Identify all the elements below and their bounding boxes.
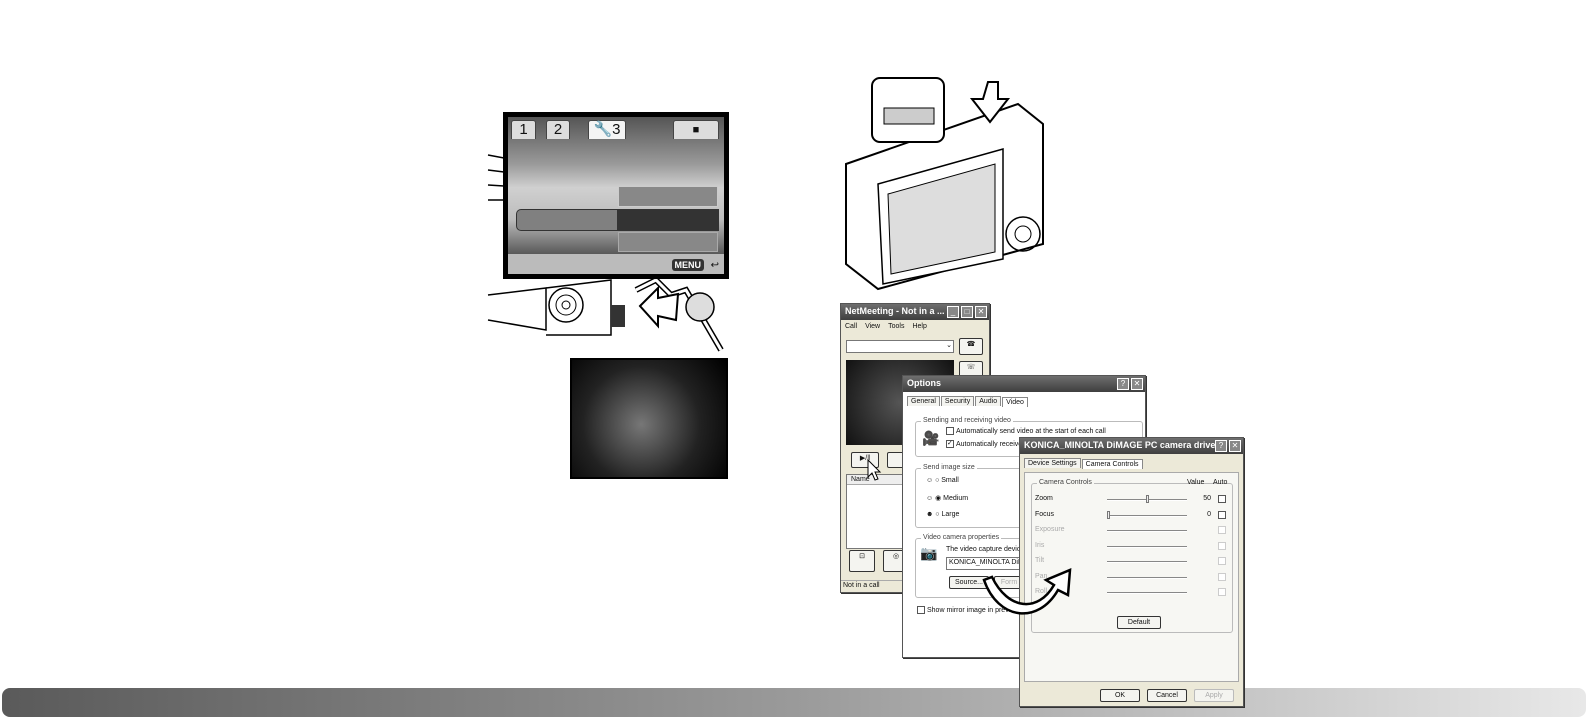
help-button[interactable]: ? — [1215, 440, 1227, 452]
place-call-button[interactable]: ☎ — [959, 338, 983, 355]
control-label: Tilt — [1035, 557, 1045, 564]
auto-checkbox — [1218, 557, 1226, 565]
control-value: 50 — [1203, 495, 1211, 502]
capture-device-label: The video capture device — [946, 546, 1025, 553]
camera-lcd-menu: 1 2 🔧3 ■ MENU ↩ — [503, 112, 729, 279]
control-value: 0 — [1207, 510, 1211, 518]
arrow-and-button-illustration — [638, 285, 715, 329]
apply-button[interactable]: Apply — [1194, 689, 1234, 702]
return-icon: ↩ — [710, 260, 719, 271]
tab-video[interactable]: Video — [1002, 397, 1028, 407]
control-slider[interactable] — [1107, 514, 1187, 517]
wrench-icon: 🔧 — [593, 121, 613, 138]
menu-button: MENU — [671, 259, 704, 271]
control-slider — [1107, 530, 1187, 532]
value-header: Value — [1187, 479, 1205, 486]
lcd-tab-1[interactable]: 1 — [511, 120, 536, 139]
menu-help[interactable]: Help — [912, 323, 926, 330]
capture-device-icon: 📷 — [920, 545, 938, 561]
menu-bar: Call View Tools Help — [841, 320, 989, 333]
driver-tabs: Device Settings Camera Controls — [1020, 454, 1243, 469]
control-label: Exposure — [1035, 526, 1065, 533]
video-camera-icon: 🎥 — [922, 430, 940, 446]
radio-medium[interactable]: ☺ ◉ Medium — [926, 494, 968, 502]
menu-view[interactable]: View — [865, 323, 880, 330]
control-label: Iris — [1035, 541, 1045, 549]
auto-header: Auto — [1213, 479, 1228, 486]
menu-tools[interactable]: Tools — [888, 323, 904, 330]
auto-checkbox — [1218, 572, 1226, 581]
address-combobox[interactable]: ⌄ — [846, 340, 954, 353]
button-icon — [685, 292, 715, 322]
close-button[interactable]: ✕ — [1229, 440, 1241, 452]
auto-checkbox — [1218, 541, 1226, 550]
tabletop-photo — [570, 358, 728, 479]
share-button[interactable]: ⊡ — [849, 550, 875, 572]
radio-large[interactable]: ☻ ○ Large — [926, 511, 959, 518]
lcd-tab-3[interactable]: 🔧3 — [588, 120, 626, 139]
driver-titlebar: KONICA_MINOLTA DiMAGE PC camera driver — [1020, 438, 1243, 454]
default-button[interactable]: Default — [1117, 616, 1161, 629]
tab-camera-controls[interactable]: Camera Controls — [1081, 459, 1143, 469]
lcd-tab-2[interactable]: 2 — [546, 120, 570, 139]
radio-small[interactable]: ☺ ○ Small — [926, 477, 959, 484]
tab-security[interactable]: Security — [940, 396, 975, 406]
auto-checkbox — [1218, 588, 1226, 596]
control-slider — [1107, 576, 1187, 579]
close-button[interactable]: ✕ — [1131, 378, 1143, 390]
close-button[interactable]: ✕ — [975, 306, 987, 318]
slider-thumb[interactable] — [1107, 510, 1110, 519]
menu-option — [618, 232, 718, 252]
slider-thumb[interactable] — [1146, 495, 1149, 503]
control-slider — [1107, 561, 1187, 563]
control-slider — [1107, 592, 1187, 594]
options-titlebar: Options — [903, 376, 1145, 392]
auto-checkbox — [1218, 526, 1226, 534]
menu-call[interactable]: Call — [845, 323, 857, 330]
footer-bar — [2, 688, 1586, 717]
tab-general[interactable]: General — [907, 396, 940, 406]
tab-audio[interactable]: Audio — [975, 396, 1002, 406]
curved-arrow-icon — [982, 568, 1072, 615]
auto-checkbox[interactable] — [1218, 495, 1226, 503]
tab-device-settings[interactable]: Device Settings — [1024, 458, 1081, 468]
chevron-down-icon: ⌄ — [946, 342, 952, 349]
auto-send-checkbox[interactable]: Automatically send video at the start of… — [946, 427, 1106, 435]
camera-back-illustration — [845, 77, 1044, 291]
auto-receive-checkbox[interactable]: ✓ Automatically receive — [946, 440, 1022, 448]
control-label: Zoom — [1035, 495, 1053, 502]
send-image-size-group: Send image size ☺ ○ Small ☺ ◉ Medium ☻ ○… — [915, 464, 1025, 528]
control-label: Focus — [1035, 510, 1055, 518]
menu-option-highlighted — [618, 209, 719, 231]
ok-button[interactable]: OK — [1100, 689, 1140, 702]
camera-icon[interactable]: ■ — [673, 120, 719, 139]
options-tabs: General Security Audio Video — [903, 392, 1145, 407]
minimize-button[interactable]: _ — [947, 306, 959, 318]
menu-item-selected — [516, 209, 618, 231]
menu-option — [618, 186, 718, 207]
control-slider — [1107, 545, 1187, 548]
maximize-button[interactable]: □ — [961, 306, 973, 318]
lcd-footer: MENU ↩ — [508, 254, 724, 274]
auto-checkbox[interactable] — [1218, 510, 1226, 519]
cancel-button[interactable]: Cancel — [1147, 689, 1187, 702]
help-button[interactable]: ? — [1117, 378, 1129, 390]
mouse-cursor-icon — [867, 458, 882, 481]
